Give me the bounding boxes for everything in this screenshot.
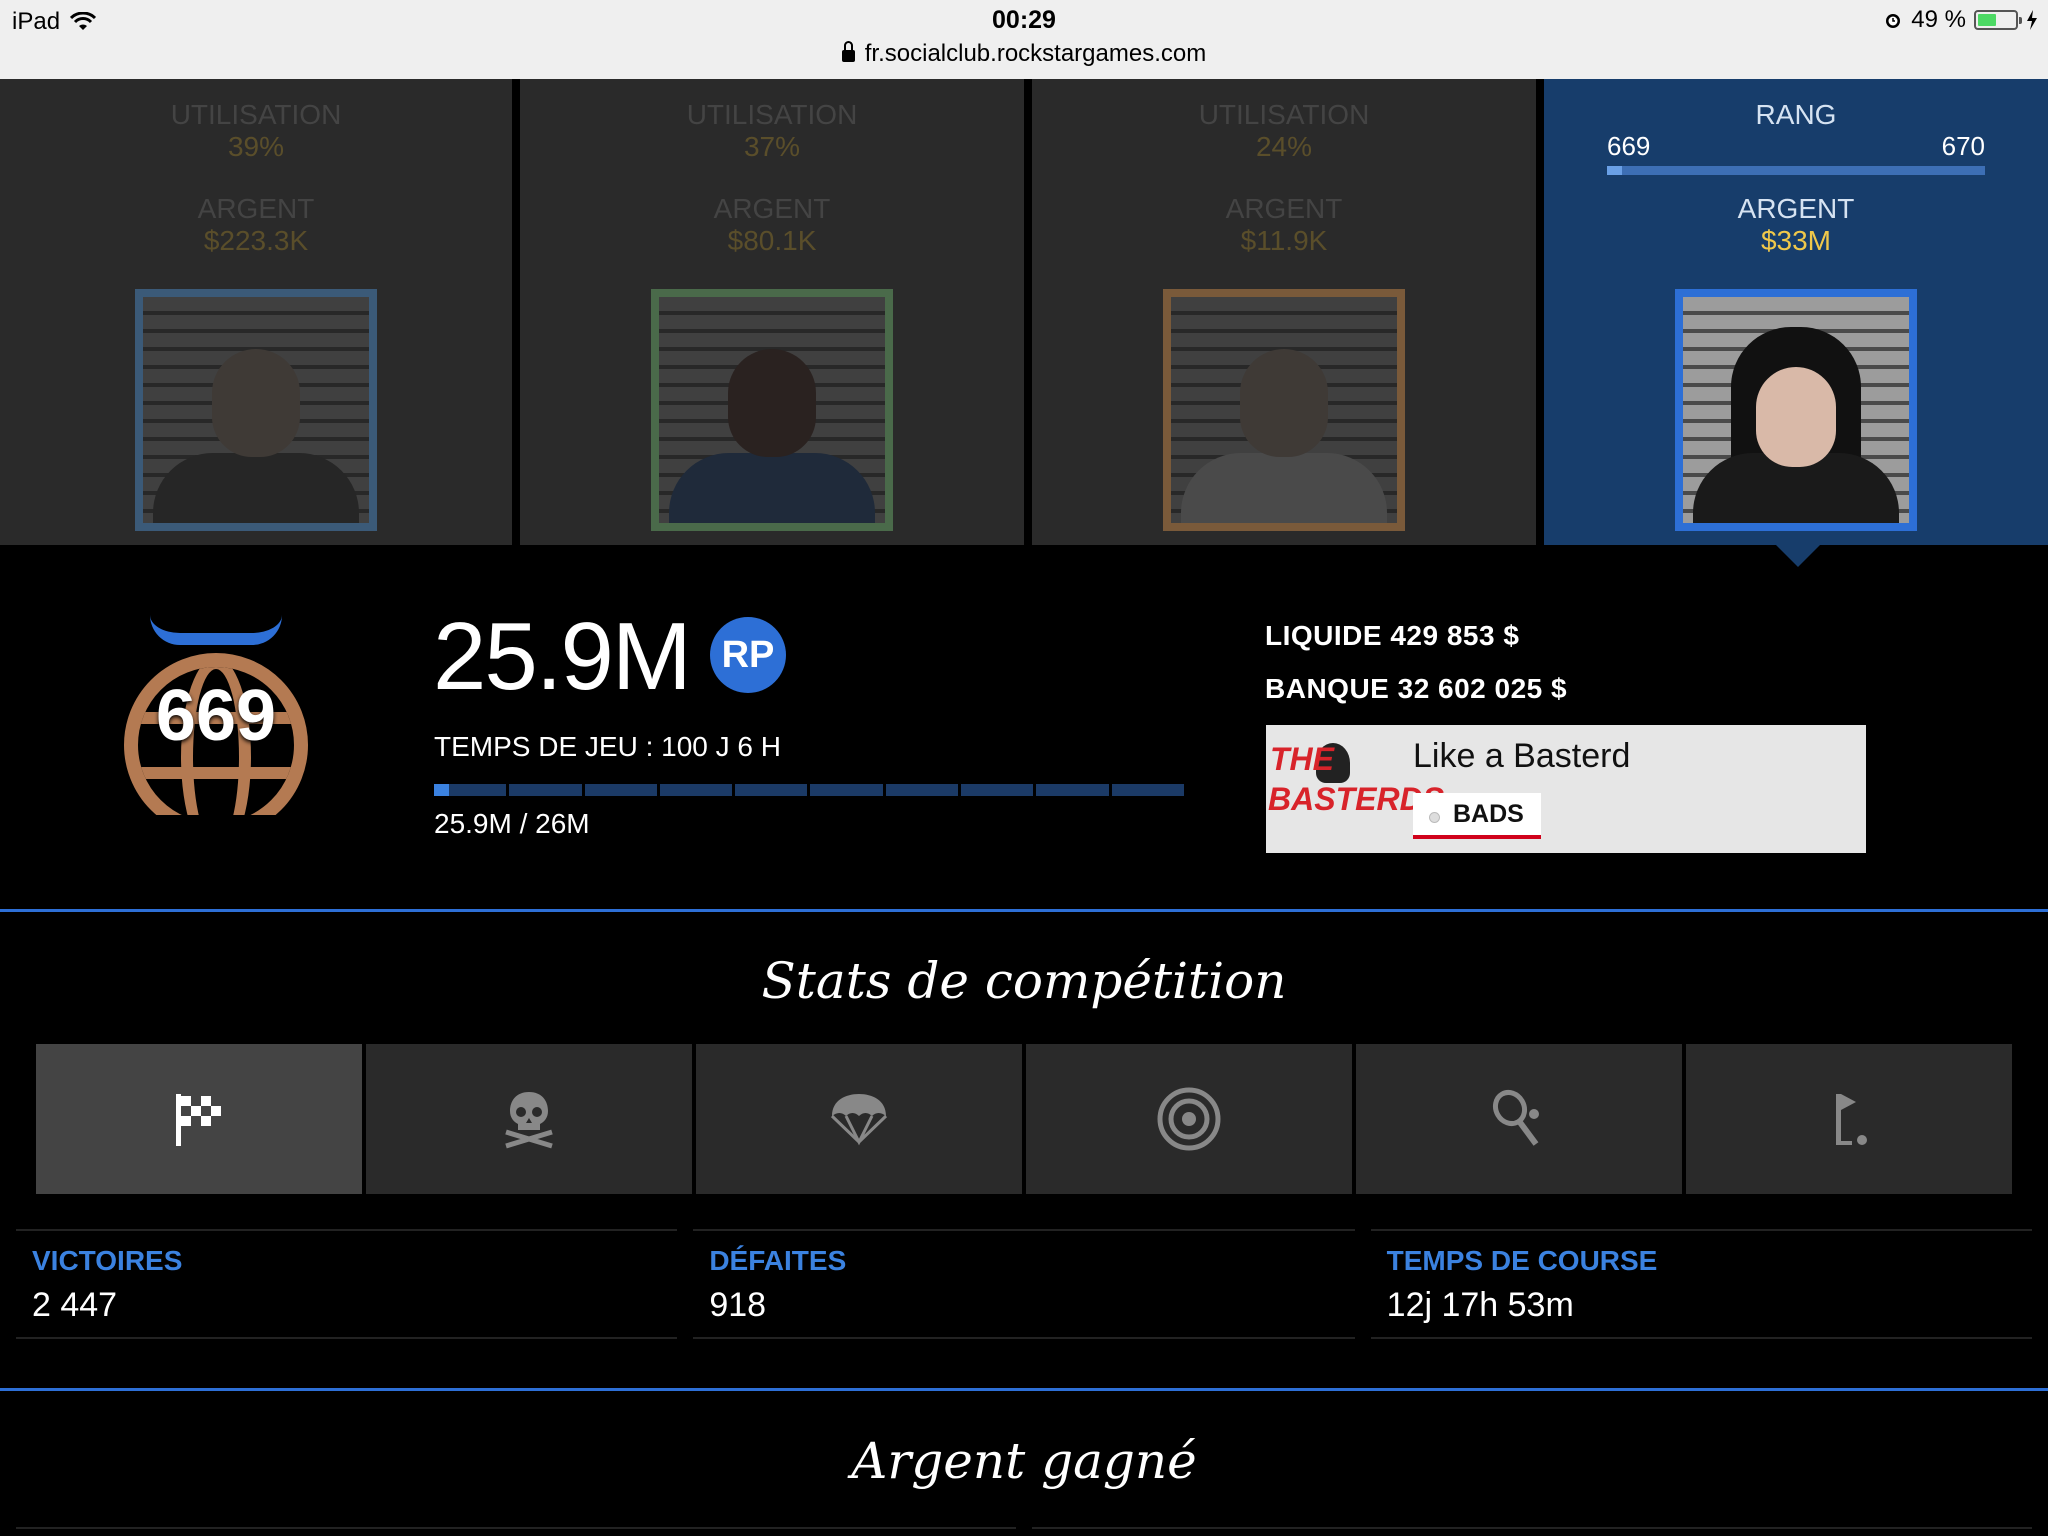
cash-amount: LIQUIDE 429 853 $: [1265, 620, 1520, 651]
money-value: $223.3K: [203, 225, 309, 256]
charging-icon: [2027, 10, 2037, 30]
rank-wings-icon: [150, 615, 282, 645]
crew-emblem-text: THE: [1270, 741, 1334, 777]
target-icon: [1157, 1087, 1221, 1151]
tab-races[interactable]: [36, 1044, 362, 1194]
stat-value: 12j 17h 53m: [1386, 1286, 1574, 1324]
xp-segment: [659, 784, 733, 796]
rank-number: 669: [155, 676, 277, 756]
xp-segment: [584, 784, 657, 796]
parachute-icon: [830, 1094, 888, 1146]
rp-icon: RP: [710, 617, 786, 693]
tab-parachute[interactable]: [696, 1044, 1022, 1194]
crew-name[interactable]: Like a Basterd: [1413, 737, 1630, 776]
rank-progress-bar: [1607, 166, 1985, 175]
money-earned-title: Argent gagné: [851, 1432, 1197, 1490]
rank-current: 669: [1607, 131, 1651, 161]
section-divider: [0, 909, 2048, 912]
stat-value: 918: [709, 1286, 767, 1324]
bank-amount: BANQUE 32 602 025 $: [1265, 673, 1568, 704]
usage-label: UTILISATION: [170, 99, 342, 130]
character-selector: UTILISATION 39% ARGENT $223.3K UTILISATI…: [0, 79, 2048, 545]
tennis-racket-icon: [1492, 1089, 1539, 1146]
status-right: 49 %: [1883, 6, 2038, 34]
character-portrait: [1163, 289, 1405, 531]
rank-label: RANG: [1755, 99, 1837, 130]
clock: 00:29: [992, 6, 1056, 34]
xp-segment: [810, 784, 883, 796]
crew-tag: BADS: [1413, 793, 1541, 839]
rp-total: 25.9M: [433, 603, 692, 710]
character-portrait: [1675, 289, 1917, 531]
battery-percent: 49 %: [1911, 6, 1966, 33]
rank-range: 669 670: [1607, 131, 1985, 162]
crew-card[interactable]: THE BASTERDS Like a Basterd BADS: [1266, 725, 1866, 853]
money-value: $33M: [1760, 225, 1832, 256]
competition-title: Stats de compétition: [761, 952, 1287, 1010]
character-portrait: [651, 289, 893, 531]
competition-stats: VICTOIRES 2 447 DÉFAITES 918 TEMPS DE CO…: [16, 1229, 2032, 1339]
lock-icon: [841, 41, 855, 62]
alarm-icon: [1886, 14, 1901, 28]
character-card-michael[interactable]: UTILISATION 39% ARGENT $223.3K: [0, 79, 512, 545]
usage-value: 39%: [227, 131, 285, 162]
money-value: $80.1K: [727, 225, 817, 256]
usage-label: UTILISATION: [1198, 99, 1370, 130]
crew-status-dot: [1429, 812, 1440, 823]
character-card-online[interactable]: RANG 669 670 ARGENT $33M: [1544, 79, 2048, 545]
url-text: fr.socialclub.rockstargames.com: [864, 40, 1207, 67]
usage-value: 37%: [743, 131, 801, 162]
section-divider: [0, 1388, 2048, 1391]
money-label: ARGENT: [1737, 193, 1855, 224]
xp-progress-fill: [434, 784, 449, 796]
rank-badge: 669: [120, 615, 312, 855]
money-value: $11.9K: [1240, 225, 1328, 256]
tab-tennis[interactable]: [1356, 1044, 1682, 1194]
stat-label: DÉFAITES: [709, 1245, 847, 1276]
stat-label: TEMPS DE COURSE: [1386, 1245, 1658, 1276]
stat-value: 2 447: [32, 1286, 118, 1324]
tab-shooting[interactable]: [1026, 1044, 1352, 1194]
xp-segment: [509, 784, 582, 796]
bottom-rules: [16, 1527, 2032, 1529]
usage-label: UTILISATION: [686, 99, 858, 130]
checkered-flag-icon: [176, 1094, 221, 1146]
character-card-franklin[interactable]: UTILISATION 37% ARGENT $80.1K: [520, 79, 1024, 545]
competition-tabs: [36, 1044, 2012, 1194]
address-bar[interactable]: fr.socialclub.rockstargames.com: [0, 40, 2048, 68]
stat-losses: DÉFAITES 918: [693, 1229, 1355, 1339]
xp-progress-bar: [434, 784, 1184, 796]
xp-segment: [961, 784, 1034, 796]
xp-segment: [1111, 784, 1184, 796]
crew-emblem: THE BASTERDS: [1268, 739, 1444, 839]
stat-label: VICTOIRES: [32, 1245, 183, 1276]
money-label: ARGENT: [1225, 193, 1343, 224]
rank-next: 670: [1941, 131, 1985, 161]
golf-flag-icon: [1836, 1094, 1867, 1145]
xp-segment: [1036, 784, 1109, 796]
usage-value: 24%: [1255, 131, 1313, 162]
status-bar: iPad 00:29 fr.socialclub.rockstargames.c…: [0, 0, 2048, 79]
character-portrait: [135, 289, 377, 531]
crew-tag-text: BADS: [1453, 800, 1524, 828]
xp-segment: [885, 784, 959, 796]
playtime: TEMPS DE JEU : 100 J 6 H: [434, 731, 781, 762]
xp-progress-text: 25.9M / 26M: [434, 808, 590, 839]
skull-crossbones-icon: [505, 1092, 553, 1149]
money-label: ARGENT: [713, 193, 831, 224]
stat-race-time: TEMPS DE COURSE 12j 17h 53m: [1370, 1229, 2032, 1339]
xp-segment: [735, 784, 808, 796]
selected-pointer: [1776, 545, 1820, 567]
character-card-trevor[interactable]: UTILISATION 24% ARGENT $11.9K: [1032, 79, 1536, 545]
stat-wins: VICTOIRES 2 447: [16, 1229, 678, 1339]
money-label: ARGENT: [197, 193, 315, 224]
battery-icon: [1974, 10, 2022, 30]
tab-deathmatch[interactable]: [366, 1044, 692, 1194]
tab-golf[interactable]: [1686, 1044, 2012, 1194]
